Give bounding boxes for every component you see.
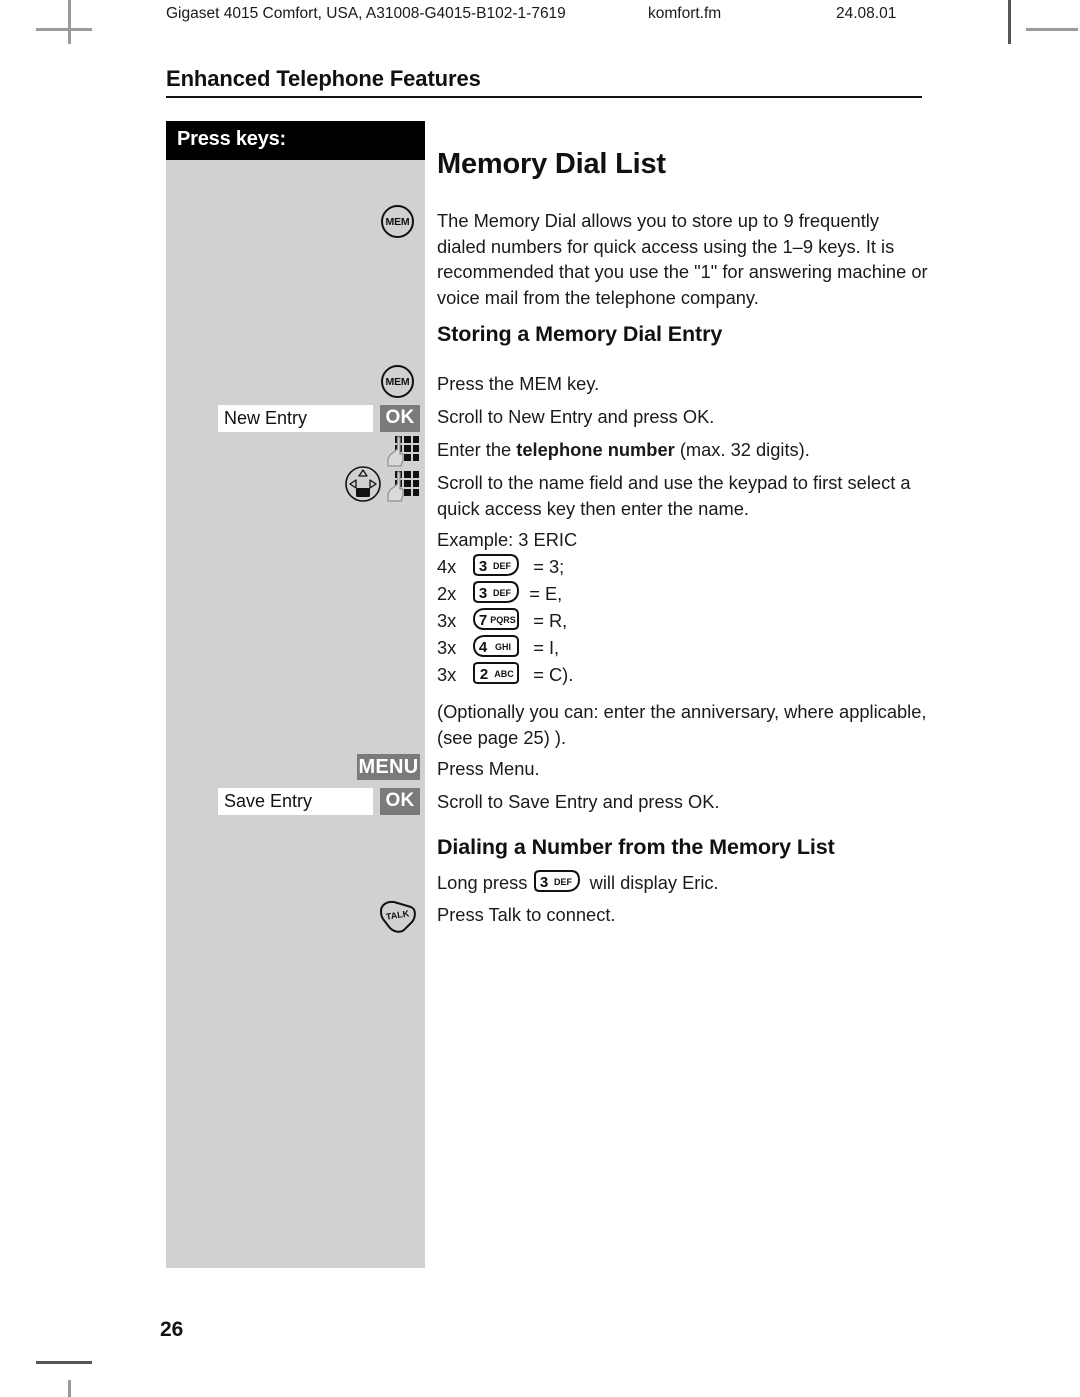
ok-softkey-label: OK — [385, 407, 415, 428]
section-heading-storing: Storing a Memory Dial Entry — [437, 322, 723, 346]
keypad-icon[interactable] — [385, 435, 421, 468]
page-title: Memory Dial List — [437, 148, 666, 180]
key-4-ghi-icon[interactable]: 4 GHI — [472, 635, 520, 658]
intro-paragraph: The Memory Dial allows you to store up t… — [437, 210, 928, 308]
example-result: = R, — [533, 610, 568, 631]
key-digit: 2 — [480, 666, 488, 683]
step-scroll-name-field: Scroll to the name field and use the key… — [437, 472, 911, 519]
menu-softkey-label: MENU — [358, 756, 419, 778]
step-press-mem: Press the MEM key. — [437, 373, 600, 394]
key-digit: 3 — [539, 874, 547, 891]
chapter-title: Enhanced Telephone Features — [166, 66, 481, 91]
ok-softkey[interactable]: OK — [380, 405, 420, 432]
ok-softkey-label: OK — [385, 790, 415, 811]
key-3-def-icon[interactable]: 3 DEF — [472, 581, 520, 604]
key-7-pqrs-icon[interactable]: 7 PQRS — [472, 608, 520, 631]
step-long-press: Long press 3 DEF will display Eric. — [437, 870, 719, 894]
crop-mark-bottom-left-vertical — [68, 1380, 71, 1397]
example-result: = C). — [533, 664, 574, 685]
step-scroll-new-entry: Scroll to New Entry and press OK. — [437, 406, 715, 427]
menu-softkey[interactable]: MENU — [357, 754, 420, 780]
example-result: = E, — [529, 583, 563, 604]
display-field-text: Save Entry — [224, 791, 313, 811]
key-letters: ABC — [494, 669, 514, 679]
key-digit: 3 — [479, 585, 487, 602]
key-digit: 3 — [479, 558, 487, 575]
key-2-abc-icon[interactable]: 2 ABC — [472, 662, 520, 685]
display-field-new-entry: New Entry — [218, 405, 373, 432]
source-file-name: komfort.fm — [648, 5, 722, 22]
key-letters: DEF — [493, 561, 512, 571]
example-press-count: 3x — [437, 664, 457, 685]
step-text-bold: telephone number — [516, 439, 675, 460]
step-text-post: (max. 32 digits). — [674, 439, 810, 460]
key-letters: GHI — [495, 642, 511, 652]
page-number: 26 — [160, 1318, 184, 1341]
example-label: Example: 3 ERIC — [437, 529, 578, 550]
example-row: 4x 3 DEF = 3; — [437, 554, 564, 578]
step-scroll-save-entry: Scroll to Save Entry and press OK. — [437, 791, 720, 812]
mem-key-icon[interactable]: MEM — [381, 365, 414, 398]
chapter-title-rule — [166, 96, 922, 98]
example-press-count: 3x — [437, 610, 457, 631]
step-press-talk: Press Talk to connect. — [437, 904, 616, 925]
key-3-def-icon[interactable]: 3 DEF — [472, 554, 520, 577]
document-reference: Gigaset 4015 Comfort, USA, A31008-G4015-… — [166, 5, 566, 22]
example-row: 3x 4 GHI = I, — [437, 635, 559, 659]
press-keys-label: Press keys: — [177, 128, 287, 150]
navigation-rocker-icon[interactable] — [344, 465, 382, 503]
mem-key-label: MEM — [385, 216, 410, 228]
example-press-count: 2x — [437, 583, 457, 604]
key-3-def-icon[interactable]: 3 DEF — [533, 870, 581, 893]
key-digit: 7 — [479, 612, 487, 629]
optional-anniversary-note: (Optionally you can: enter the anniversa… — [437, 701, 927, 748]
section-heading-dialing: Dialing a Number from the Memory List — [437, 835, 835, 859]
key-letters: DEF — [493, 588, 512, 598]
crop-mark-bottom-left-horizontal — [36, 1361, 92, 1364]
display-field-text: New Entry — [224, 408, 308, 428]
example-row: 3x 7 PQRS = R, — [437, 608, 567, 632]
example-row: 3x 2 ABC = C). — [437, 662, 573, 686]
mem-key-label: MEM — [385, 376, 410, 388]
press-keys-column — [166, 160, 425, 1268]
example-press-count: 3x — [437, 637, 457, 658]
document-date: 24.08.01 — [836, 5, 897, 22]
example-press-count: 4x — [437, 556, 457, 577]
mem-key-icon[interactable]: MEM — [381, 205, 414, 238]
running-head: Gigaset 4015 Comfort, USA, A31008-G4015-… — [0, 5, 1080, 29]
step-text-pre: Enter the — [437, 439, 517, 460]
talk-key-icon[interactable]: TALK — [378, 900, 416, 933]
example-result: = I, — [533, 637, 560, 658]
key-digit: 4 — [479, 639, 488, 656]
keypad-icon[interactable] — [385, 470, 421, 503]
example-result: = 3; — [533, 556, 565, 577]
step-enter-telephone-number: Enter the telephone number (max. 32 digi… — [437, 437, 926, 463]
example-row: 2x 3 DEF = E, — [437, 581, 562, 605]
key-letters: PQRS — [490, 615, 516, 625]
step-text-pre: Long press — [437, 872, 533, 893]
press-keys-header: Press keys: — [166, 121, 425, 160]
ok-softkey[interactable]: OK — [380, 788, 420, 815]
step-press-menu: Press Menu. — [437, 758, 540, 779]
display-field-save-entry: Save Entry — [218, 788, 373, 815]
step-text-post: will display Eric. — [589, 872, 719, 893]
key-letters: DEF — [554, 877, 573, 887]
